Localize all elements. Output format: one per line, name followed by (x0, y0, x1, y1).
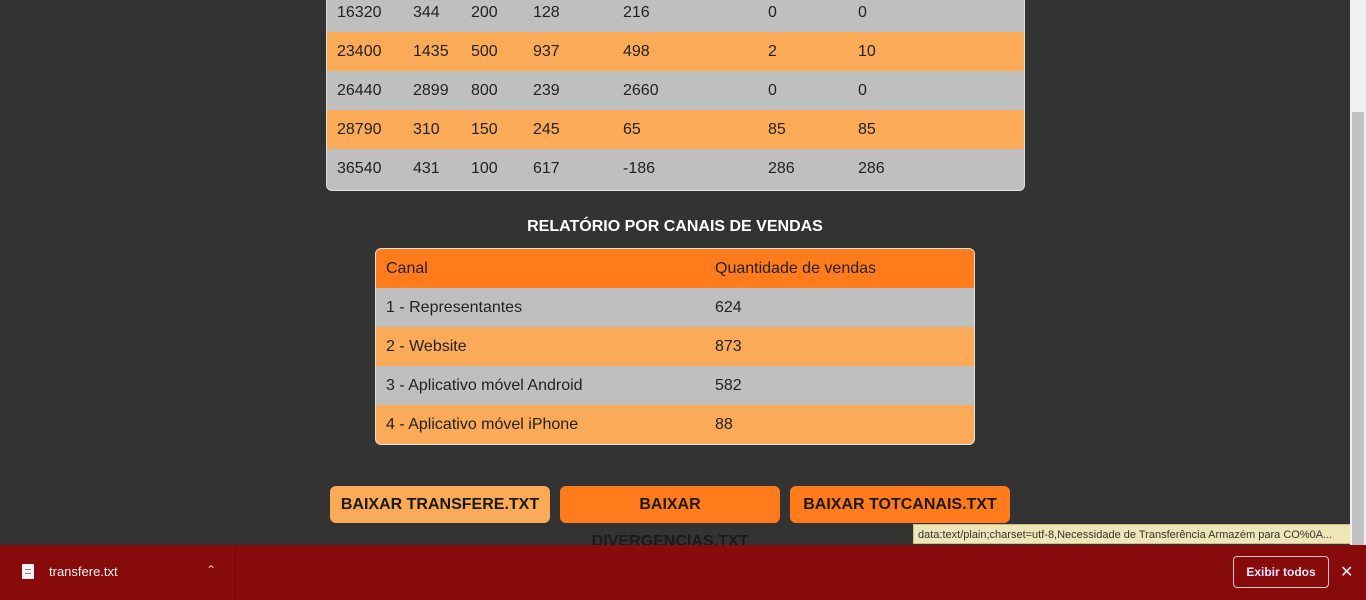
table-row: 36540 431 100 617 -186 286 286 (327, 149, 1024, 188)
download-file-name: transfere.txt (49, 564, 118, 579)
table-row: 1 - Representantes 624 (376, 288, 974, 327)
table-cell: 617 (533, 160, 560, 177)
table-cell: 0 (858, 4, 867, 21)
table-cell: 65 (623, 121, 641, 138)
table-cell: 26440 (337, 82, 382, 99)
table-cell: 2660 (623, 82, 659, 99)
table-cell: 286 (768, 160, 795, 177)
table-cell: 85 (858, 121, 876, 138)
table-cell: 245 (533, 121, 560, 138)
file-icon (22, 564, 34, 579)
channel-sales: 624 (715, 299, 742, 316)
scrollbar-thumb[interactable] (1352, 112, 1364, 545)
close-icon[interactable]: ✕ (1340, 562, 1353, 582)
channels-report-title: RELATÓRIO POR CANAIS DE VENDAS (527, 218, 823, 235)
channel-name: 1 - Representantes (386, 299, 523, 316)
table-cell: 0 (768, 4, 777, 21)
table-cell: 500 (471, 43, 498, 60)
table-cell: 150 (471, 121, 498, 138)
table-cell: 2 (768, 43, 777, 60)
table-cell: 28790 (337, 121, 382, 138)
channel-sales: 582 (715, 377, 742, 394)
channel-sales: 873 (715, 338, 742, 355)
table-cell: 1435 (413, 43, 449, 60)
table-cell: 0 (768, 82, 777, 99)
download-transfere-button[interactable]: BAIXAR TRANSFERE.TXT (330, 486, 550, 523)
table-cell: 10 (858, 43, 876, 60)
table-cell: 36540 (337, 160, 382, 177)
table-cell: 498 (623, 43, 650, 60)
table-cell: 200 (471, 4, 498, 21)
table-row: 4 - Aplicativo móvel iPhone 88 (376, 405, 974, 444)
table-cell: 23400 (337, 43, 382, 60)
download-bar: transfere.txt ⌃ Exibir todos ✕ (0, 545, 1366, 600)
transfer-table: 16320 344 200 128 216 0 0 23400 1435 500… (326, 0, 1025, 191)
download-totcanais-button[interactable]: BAIXAR TOTCANAIS.TXT (790, 486, 1010, 523)
table-cell: 100 (471, 160, 498, 177)
chevron-up-icon[interactable]: ⌃ (206, 563, 216, 577)
table-cell: 2899 (413, 82, 449, 99)
table-cell: -186 (623, 160, 656, 177)
table-cell: 286 (858, 160, 885, 177)
status-url-tooltip: data:text/plain;charset=utf-8,Necessidad… (913, 524, 1366, 544)
column-header-canal: Canal (386, 260, 428, 277)
table-row: 26440 2899 800 239 2660 0 0 (327, 71, 1024, 110)
table-cell: 310 (413, 121, 440, 138)
table-cell: 344 (413, 4, 440, 21)
channel-name: 2 - Website (386, 338, 467, 355)
show-all-button[interactable]: Exibir todos (1233, 556, 1329, 588)
table-cell: 937 (533, 43, 560, 60)
table-cell: 239 (533, 82, 560, 99)
table-cell: 128 (533, 4, 560, 21)
download-divergencias-button[interactable]: BAIXAR DIVERGENCIAS.TXT (560, 486, 780, 550)
table-cell: 85 (768, 121, 786, 138)
download-item[interactable]: transfere.txt ⌃ (0, 545, 236, 600)
channel-name: 4 - Aplicativo móvel iPhone (386, 416, 579, 433)
column-header-quantidade: Quantidade de vendas (715, 260, 877, 277)
table-row: 28790 310 150 245 65 85 85 (327, 110, 1024, 149)
page: 16320 344 200 128 216 0 0 23400 1435 500… (0, 0, 1366, 600)
table-row: 3 - Aplicativo móvel Android 582 (376, 366, 974, 405)
table-row: 16320 344 200 128 216 0 0 (327, 0, 1024, 32)
table-row: 23400 1435 500 937 498 2 10 (327, 32, 1024, 71)
table-header-row: Canal Quantidade de vendas (376, 249, 974, 288)
channels-table: Canal Quantidade de vendas 1 - Represent… (375, 248, 975, 445)
table-cell: 216 (623, 4, 650, 21)
table-row: 2 - Website 873 (376, 327, 974, 366)
vertical-scrollbar[interactable] (1350, 0, 1366, 545)
channel-sales: 88 (715, 416, 733, 433)
table-cell: 0 (858, 82, 867, 99)
table-cell: 431 (413, 160, 440, 177)
table-cell: 800 (471, 82, 498, 99)
channel-name: 3 - Aplicativo móvel Android (386, 377, 583, 394)
table-cell: 16320 (337, 4, 382, 21)
